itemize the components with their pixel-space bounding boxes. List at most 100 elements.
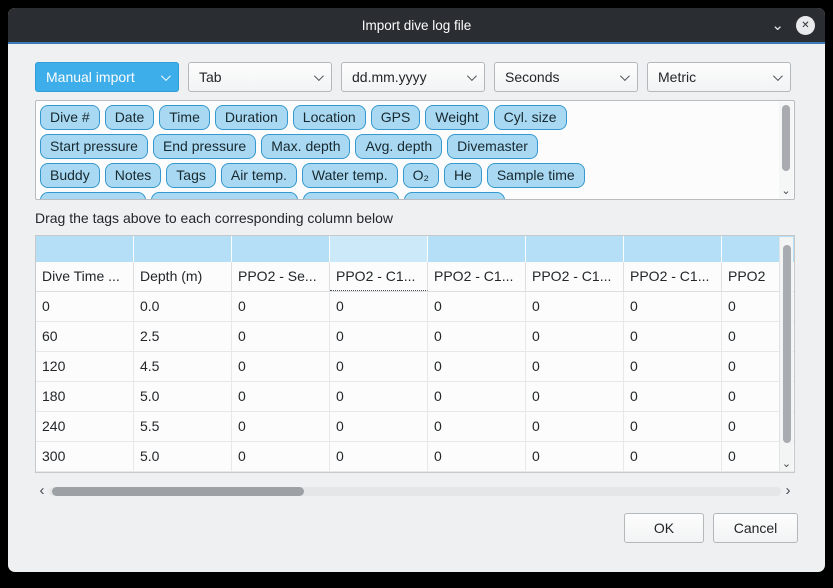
table-cell: 0 — [330, 352, 428, 381]
table-cell: 5.0 — [134, 382, 232, 411]
table-cell: 0 — [428, 292, 526, 321]
column-header: PPO2 - C1... — [526, 262, 624, 291]
drag-tag[interactable]: Buddy — [40, 163, 100, 188]
drag-tag[interactable]: GPS — [371, 105, 421, 130]
table-cell: 0 — [330, 412, 428, 441]
drag-tag[interactable]: Duration — [215, 105, 288, 130]
close-button[interactable]: ✕ — [796, 16, 815, 35]
chevron-down-icon — [620, 71, 630, 81]
column-drop-zone[interactable] — [36, 236, 134, 262]
table-cell: 5.5 — [134, 412, 232, 441]
column-header: PPO2 - C1... — [624, 262, 722, 291]
drag-tag[interactable]: Weight — [425, 105, 488, 130]
cancel-button[interactable]: Cancel — [713, 513, 798, 543]
table-header-row: Dive Time ...Depth (m)PPO2 - Se...PPO2 -… — [36, 262, 795, 292]
table-row: 602.5000000 — [36, 322, 795, 352]
dialog-content: Manual import Tab dd.mm.yyyy Seconds Met… — [8, 44, 825, 543]
table-cell: 0 — [428, 412, 526, 441]
table-cell: 0 — [526, 442, 624, 471]
table-row: 3005.0000000 — [36, 442, 795, 472]
scroll-right-icon[interactable]: › — [781, 484, 795, 498]
drag-tag[interactable]: Avg. depth — [355, 134, 442, 159]
table-row: 1805.0000000 — [36, 382, 795, 412]
tags-scrollbar[interactable]: ⌄ — [779, 102, 793, 198]
drag-tag[interactable]: Tags — [166, 163, 216, 188]
drag-tag[interactable]: Notes — [105, 163, 162, 188]
column-drop-zone[interactable] — [428, 236, 526, 262]
ok-button[interactable]: OK — [624, 513, 704, 543]
chevron-down-icon — [467, 71, 477, 81]
drag-tag[interactable]: Sample depth — [40, 192, 146, 200]
drag-tag[interactable]: Divemaster — [447, 134, 538, 159]
tag-row: Sample depth Sample temperature Sample pO₂… — [40, 192, 774, 200]
table-cell: 4.5 — [134, 352, 232, 381]
units-value: Metric — [658, 69, 696, 85]
table-scrollbar-thumb[interactable] — [783, 245, 791, 443]
table-cell: 0 — [624, 292, 722, 321]
table-cell: 0 — [526, 382, 624, 411]
import-mode-select[interactable]: Manual import — [35, 62, 179, 92]
table-body: 00.0000000602.50000001204.50000001805.00… — [36, 292, 795, 472]
table-cell: 0 — [232, 382, 330, 411]
drag-tag[interactable]: Cyl. size — [494, 105, 567, 130]
table-cell: 0 — [624, 412, 722, 441]
drag-tag[interactable]: He — [444, 163, 482, 188]
drag-tag[interactable]: Sample pO₂ — [303, 192, 398, 200]
tag-row: Start pressureEnd pressureMax. depthAvg.… — [40, 134, 774, 159]
column-drop-zone[interactable] — [330, 236, 428, 262]
drag-tag[interactable]: Water temp. — [302, 163, 398, 188]
table-cell: 0 — [330, 322, 428, 351]
horizontal-scrollbar-thumb[interactable] — [52, 487, 304, 496]
import-options-row: Manual import Tab dd.mm.yyyy Seconds Met… — [35, 62, 798, 92]
window-shade-icon[interactable]: ⌄ — [771, 18, 784, 33]
drag-tag[interactable]: Sample temperature — [151, 192, 298, 200]
window-title: Import dive log file — [8, 18, 825, 33]
scroll-down-icon[interactable]: ⌄ — [779, 184, 793, 198]
field-separator-select[interactable]: Tab — [188, 62, 332, 92]
drag-tag[interactable]: End pressure — [153, 134, 256, 159]
scroll-down-icon[interactable]: ⌄ — [780, 457, 793, 471]
drag-tag[interactable]: Start pressure — [40, 134, 148, 159]
duration-format-select[interactable]: Seconds — [494, 62, 638, 92]
drag-tag[interactable]: Sample CNS — [404, 192, 505, 200]
table-cell: 5.0 — [134, 442, 232, 471]
units-select[interactable]: Metric — [647, 62, 791, 92]
table-cell: 0 — [232, 412, 330, 441]
table-row: 2405.5000000 — [36, 412, 795, 442]
drag-tag[interactable]: Air temp. — [221, 163, 297, 188]
table-row: 1204.5000000 — [36, 352, 795, 382]
column-drop-zone[interactable] — [134, 236, 232, 262]
chevron-down-icon — [773, 71, 783, 81]
table-horizontal-scrollbar[interactable]: ‹ › — [35, 483, 795, 499]
column-header: PPO2 - C1... — [428, 262, 526, 291]
tags-scrollbar-thumb[interactable] — [782, 105, 790, 171]
column-drop-zone[interactable] — [526, 236, 624, 262]
close-icon: ✕ — [801, 20, 809, 31]
date-format-select[interactable]: dd.mm.yyyy — [341, 62, 485, 92]
table-cell: 0.0 — [134, 292, 232, 321]
table-cell: 240 — [36, 412, 134, 441]
drag-tag[interactable]: Location — [293, 105, 366, 130]
import-mode-value: Manual import — [46, 69, 135, 85]
drag-tag[interactable]: Max. depth — [261, 134, 350, 159]
tag-row: BuddyNotesTagsAir temp.Water temp.O₂HeSa… — [40, 163, 774, 188]
horizontal-scrollbar-track[interactable] — [49, 487, 781, 496]
column-drop-zone[interactable] — [624, 236, 722, 262]
instruction-text: Drag the tags above to each correspondin… — [35, 210, 798, 226]
drag-tag[interactable]: Time — [159, 105, 210, 130]
table-cell: 0 — [232, 442, 330, 471]
drag-tag[interactable]: Date — [105, 105, 155, 130]
table-vertical-scrollbar[interactable]: ⌄ — [779, 237, 793, 471]
table-cell: 0 — [624, 442, 722, 471]
table-cell: 300 — [36, 442, 134, 471]
column-drop-zone[interactable] — [232, 236, 330, 262]
drag-tag[interactable]: Sample time — [487, 163, 585, 188]
scroll-left-icon[interactable]: ‹ — [35, 484, 49, 498]
table-cell: 60 — [36, 322, 134, 351]
table-cell: 0 — [330, 442, 428, 471]
drag-tag[interactable]: Dive # — [40, 105, 100, 130]
table-cell: 0 — [428, 352, 526, 381]
drag-tag[interactable]: O₂ — [403, 163, 439, 188]
table-cell: 2.5 — [134, 322, 232, 351]
import-preview-table: Dive Time ...Depth (m)PPO2 - Se...PPO2 -… — [35, 235, 795, 473]
